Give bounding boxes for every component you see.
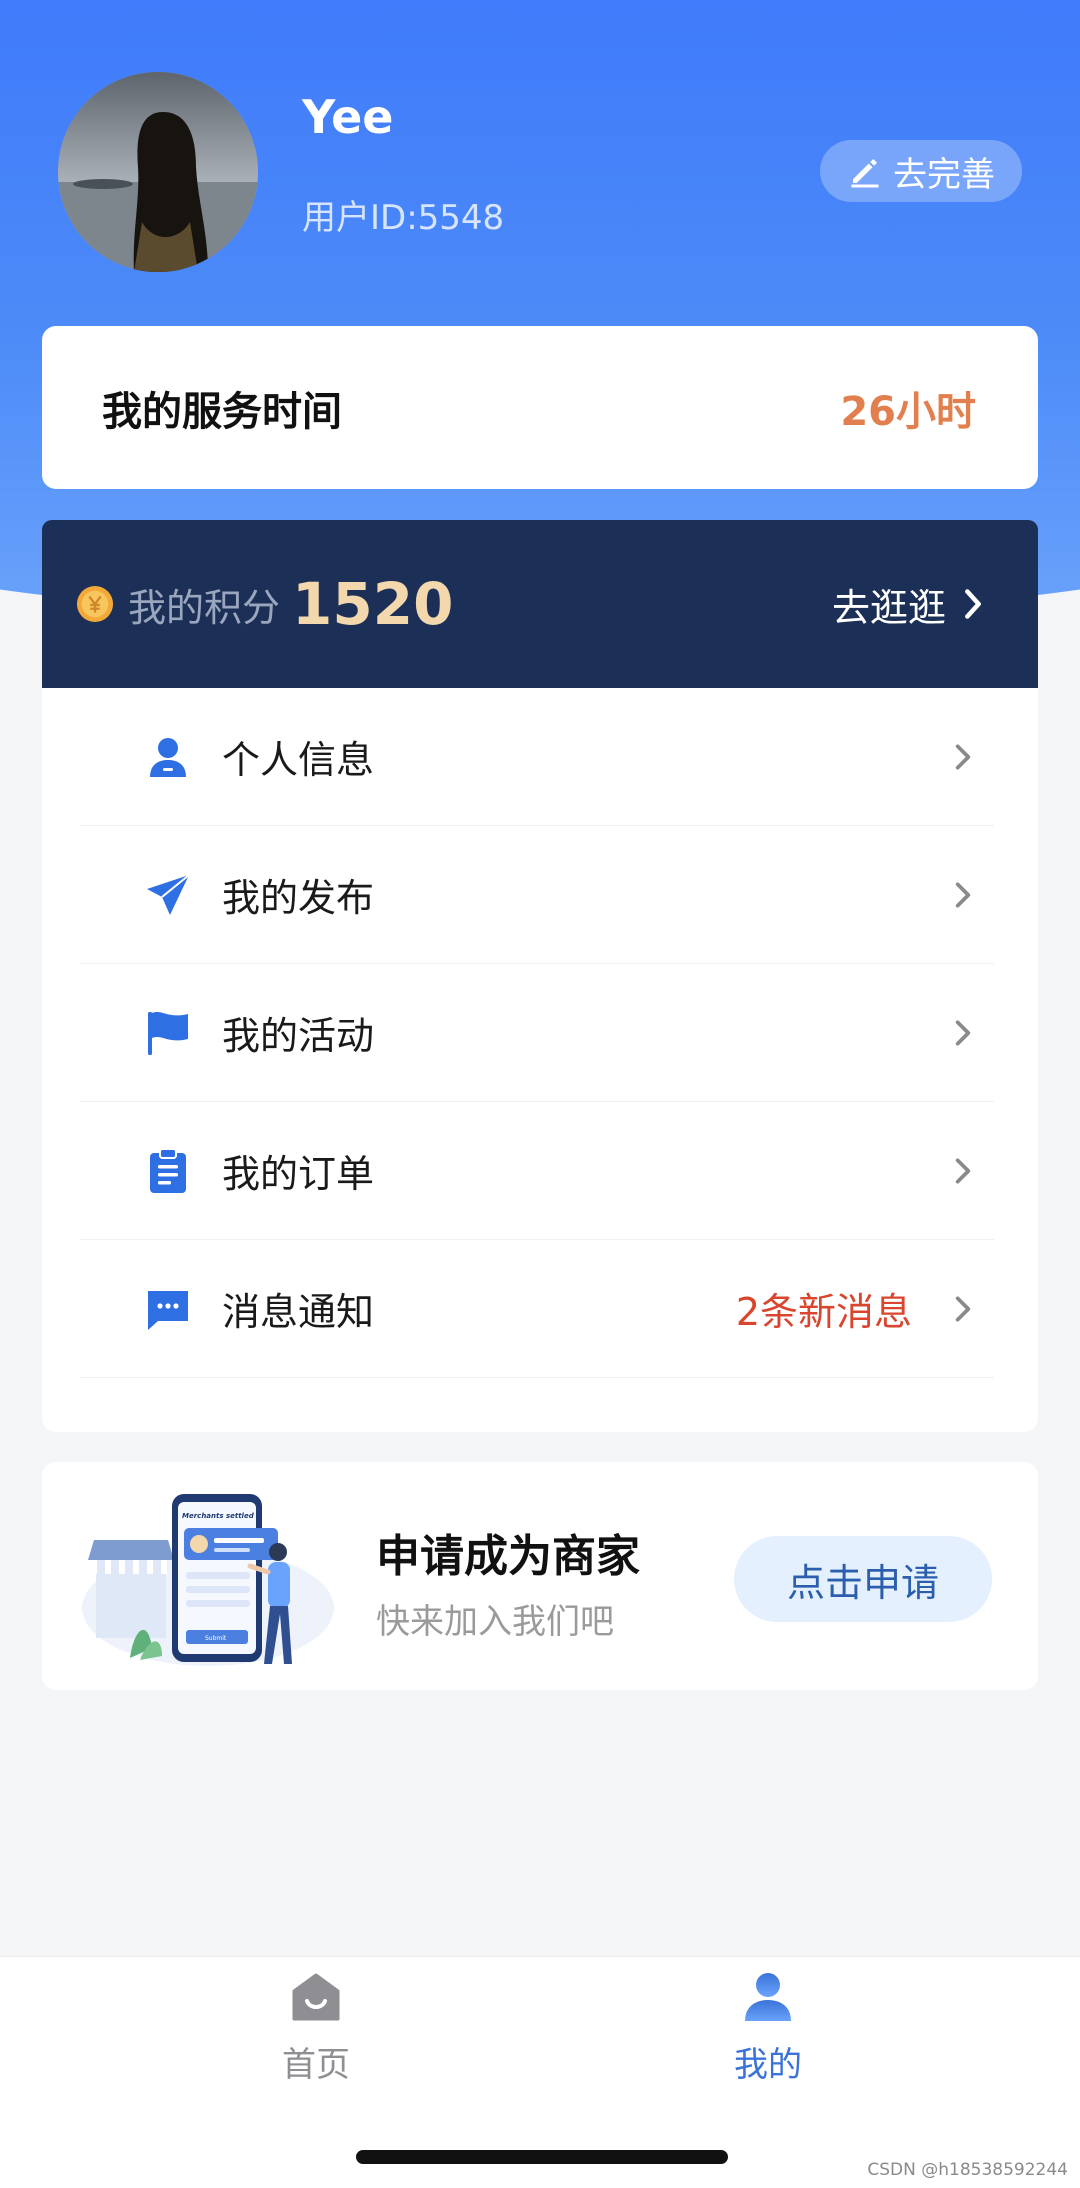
avatar-photo	[58, 72, 258, 272]
avatar[interactable]	[58, 72, 258, 272]
apply-button[interactable]: 点击申请	[734, 1536, 992, 1622]
person-icon	[144, 733, 192, 781]
profile-page: Yee 用户ID:5548 去完善 我的服务时间 26小时 我的积分 1520 …	[0, 0, 1080, 2188]
chevron-right-icon	[955, 743, 971, 770]
menu-item-label: 消息通知	[222, 1290, 375, 1334]
home-icon	[292, 1973, 340, 2021]
browse-button[interactable]: 去逛逛	[832, 577, 986, 632]
clipboard-icon	[144, 1147, 192, 1195]
illustration-title: Merchants settled	[182, 1512, 255, 1520]
tab-home-label: 首页	[282, 2045, 350, 2085]
browse-label: 去逛逛	[831, 585, 946, 630]
menu-item-label: 我的发布	[222, 876, 375, 920]
points-value: 1520	[292, 570, 454, 638]
coin-icon	[76, 585, 114, 623]
menu-item-my-activities[interactable]: 我的活动	[80, 964, 994, 1102]
tab-mine-label: 我的	[734, 2045, 802, 2085]
service-time-value: 26小时	[840, 388, 976, 435]
illustration-submit: Submit	[205, 1635, 227, 1642]
menu-item-label: 个人信息	[222, 738, 375, 782]
pencil-icon	[851, 159, 879, 188]
chevron-right-icon	[965, 589, 981, 619]
complete-profile-button[interactable]: 去完善	[820, 140, 1022, 202]
service-time-card: 我的服务时间 26小时	[42, 326, 1038, 489]
home-indicator	[356, 2150, 728, 2164]
chevron-right-icon	[955, 1295, 971, 1322]
menu-item-my-posts[interactable]: 我的发布	[80, 826, 994, 964]
user-id: 用户ID:5548	[302, 198, 505, 238]
menu-list: 个人信息 我的发布 我的活动 我的订单 消息通知 2条新消息	[42, 688, 1038, 1432]
service-time-label: 我的服务时间	[102, 388, 342, 435]
tab-home[interactable]: 首页	[216, 1971, 416, 2101]
menu-item-personal-info[interactable]: 个人信息	[80, 688, 994, 826]
chat-bubble-icon	[144, 1285, 192, 1333]
points-bar[interactable]: 我的积分 1520 去逛逛	[42, 520, 1038, 688]
merchant-title: 申请成为商家	[376, 1531, 640, 1582]
tab-mine[interactable]: 我的	[668, 1971, 868, 2101]
menu-item-label: 我的活动	[222, 1014, 375, 1058]
merchant-application-card: Merchants settled Submit 申请成为商家 快来加入我们吧 …	[42, 1462, 1038, 1690]
flag-icon	[144, 1009, 192, 1057]
watermark: CSDN @h18538592244	[867, 2160, 1068, 2180]
merchant-subtitle: 快来加入我们吧	[376, 1602, 614, 1642]
new-message-badge: 2条新消息	[735, 1290, 912, 1334]
chevron-right-icon	[955, 1157, 971, 1184]
menu-item-label: 我的订单	[222, 1152, 375, 1196]
user-icon	[745, 1973, 791, 2021]
username: Yee	[302, 90, 394, 144]
chevron-right-icon	[955, 881, 971, 908]
chevron-right-icon	[955, 1019, 971, 1046]
menu-item-my-orders[interactable]: 我的订单	[80, 1102, 994, 1240]
paper-plane-icon	[144, 871, 192, 919]
menu-item-notifications[interactable]: 消息通知 2条新消息	[80, 1240, 994, 1378]
points-label: 我的积分	[128, 585, 281, 630]
merchant-illustration: Merchants settled Submit	[82, 1494, 334, 1666]
complete-profile-label: 去完善	[893, 154, 995, 195]
